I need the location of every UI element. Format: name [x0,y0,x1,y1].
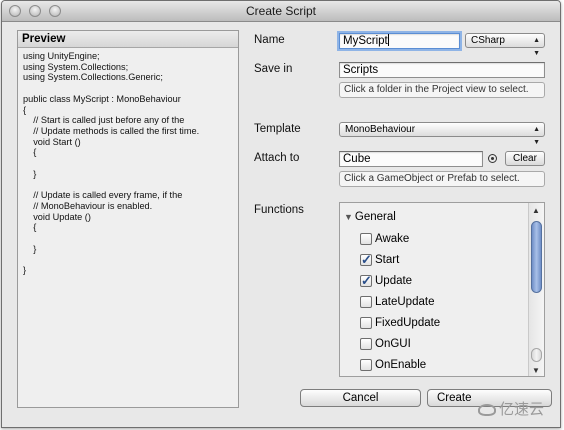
function-label: Start [375,254,400,266]
name-input[interactable]: MyScript [339,33,460,49]
language-dropdown-value: CSharp [471,35,505,46]
text-caret [387,34,389,46]
function-label: LateUpdate [375,296,435,308]
function-checkbox[interactable] [360,250,372,270]
functions-scrollbar[interactable]: ▲ ▼ [528,203,544,376]
scrollbar-track-end [531,348,542,362]
template-dropdown-value: MonoBehaviour [345,124,416,135]
attach-to-label: Attach to [254,152,300,164]
function-checkbox[interactable] [360,338,372,350]
window-title: Create Script [245,4,317,18]
cloud-logo-icon [478,404,496,416]
function-checkbox[interactable] [360,359,372,371]
preview-panel: Preview using UnityEngine; using System.… [17,30,239,408]
functions-group-label: General [354,211,396,223]
functions-group-general[interactable]: ▼ General [344,209,396,225]
dialog-content: Preview using UnityEngine; using System.… [2,22,560,427]
object-picker-icon[interactable] [488,154,497,163]
function-checkbox[interactable] [360,271,372,291]
save-in-help: Click a folder in the Project view to se… [339,82,545,98]
title-bar: Create Script [2,1,560,22]
cancel-button[interactable]: Cancel [300,389,421,407]
function-checkbox[interactable] [360,317,372,329]
scroll-down-arrow-icon[interactable]: ▼ [532,366,540,375]
attach-to-field[interactable]: Cube [339,151,483,167]
create-script-window: Create Script Preview using UnityEngine;… [1,0,561,428]
function-label: FixedUpdate [375,317,441,329]
preview-title: Preview [18,31,238,48]
updown-arrows-icon: ▲ ▼ [533,37,540,57]
save-in-label: Save in [254,63,293,75]
scrollbar-thumb[interactable] [531,221,542,293]
template-label: Template [254,123,301,135]
function-label: OnGUI [375,338,411,350]
watermark-text: 亿速云 [499,400,545,418]
function-label: OnEnable [375,359,427,371]
name-input-value: MyScript [343,35,388,47]
save-in-field[interactable]: Scripts [339,62,545,78]
scroll-up-arrow-icon[interactable]: ▲ [532,206,540,215]
preview-code: using UnityEngine; using System.Collecti… [23,51,200,276]
name-label: Name [254,34,285,46]
disclosure-triangle-icon: ▼ [344,212,353,222]
template-dropdown[interactable]: MonoBehaviour ▲ ▼ [339,122,545,146]
function-checkbox[interactable] [360,233,372,245]
attach-to-help: Click a GameObject or Prefab to select. [339,171,545,187]
updown-arrows-icon: ▲ ▼ [533,126,540,146]
functions-list: ▼General AwakeStartUpdateLateUpdateFixed… [339,202,545,377]
function-label: Awake [375,233,410,245]
watermark: 亿速云 [478,398,544,419]
clear-button[interactable]: Clear [505,151,545,166]
function-checkbox[interactable] [360,296,372,308]
function-label: Update [375,275,413,287]
language-dropdown[interactable]: CSharp ▲ ▼ [465,33,545,57]
functions-label: Functions [254,204,304,216]
